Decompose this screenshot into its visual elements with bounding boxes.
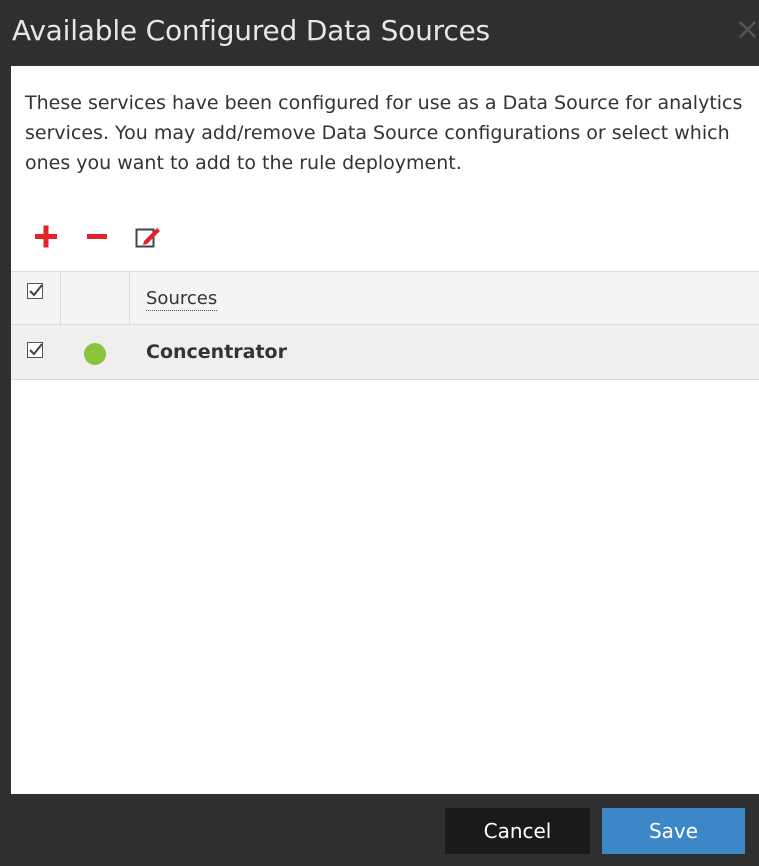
- source-name: Concentrator: [146, 341, 287, 363]
- column-divider: [60, 272, 61, 324]
- add-button[interactable]: [31, 220, 65, 254]
- column-divider: [129, 272, 130, 324]
- close-icon[interactable]: ×: [735, 10, 759, 50]
- edit-icon: [135, 228, 160, 248]
- table-row[interactable]: Concentrator: [11, 325, 759, 380]
- data-sources-dialog: Available Configured Data Sources × Thes…: [0, 0, 759, 866]
- dialog-description: These services have been configured for …: [25, 92, 743, 174]
- status-online-icon: [84, 343, 106, 365]
- cancel-button[interactable]: Cancel: [445, 808, 590, 854]
- row-checkbox[interactable]: [27, 342, 43, 358]
- dialog-footer: Cancel Save: [0, 794, 759, 866]
- grid-header: Sources: [11, 271, 759, 325]
- sources-column-header[interactable]: Sources: [146, 288, 218, 311]
- plus-icon: [35, 225, 57, 248]
- dialog-body: These services have been configured for …: [11, 66, 759, 794]
- save-button[interactable]: Save: [602, 808, 745, 854]
- remove-button[interactable]: [83, 220, 117, 254]
- minus-icon: [87, 234, 107, 239]
- dialog-title: Available Configured Data Sources: [12, 14, 490, 47]
- edit-button[interactable]: [131, 220, 165, 254]
- select-all-checkbox[interactable]: [27, 283, 43, 299]
- sources-grid: Sources Concentrator: [11, 271, 759, 380]
- toolbar: [31, 220, 231, 254]
- dialog-titlebar: Available Configured Data Sources ×: [0, 0, 759, 66]
